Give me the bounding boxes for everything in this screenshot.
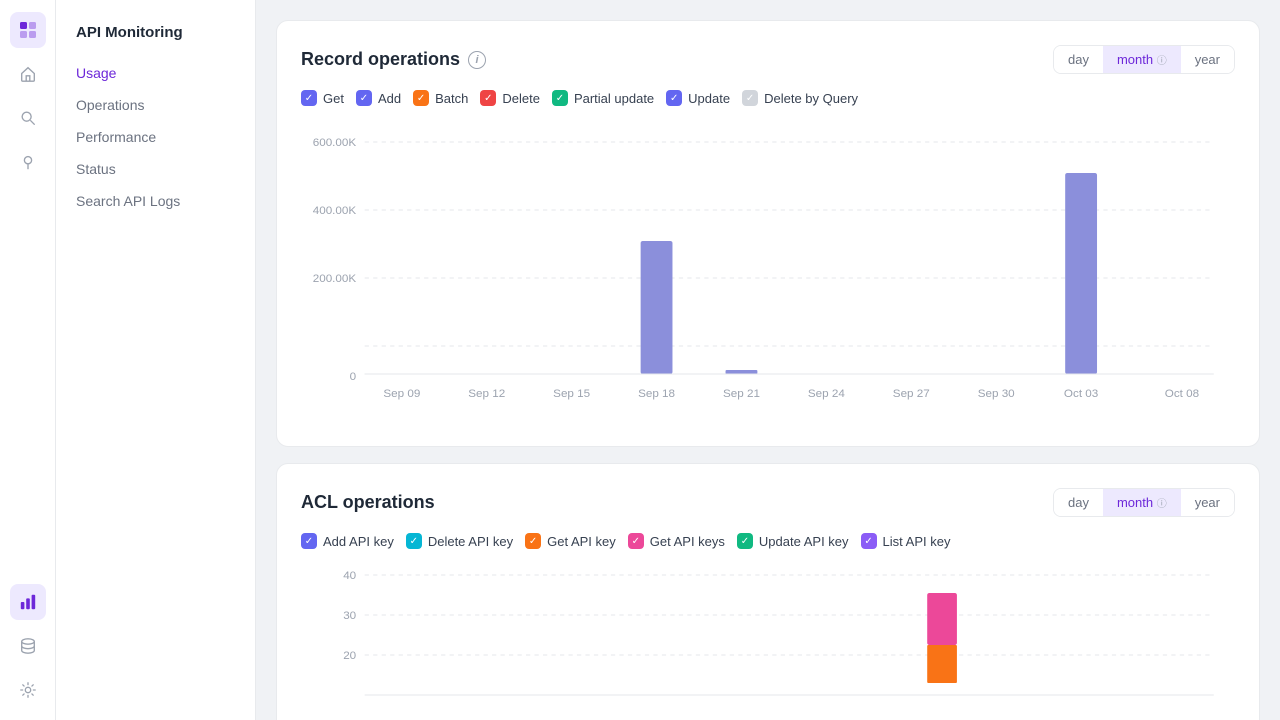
svg-text:Sep 21: Sep 21: [723, 388, 760, 400]
record-operations-card: Record operations i day month ⓘ year ✓ G…: [276, 20, 1260, 447]
bar-sep21: [726, 370, 758, 374]
svg-text:Sep 24: Sep 24: [808, 388, 845, 400]
pin-icon[interactable]: [10, 144, 46, 180]
legend-item-list-api-key[interactable]: ✓ List API key: [861, 533, 951, 549]
bar-sep18: [641, 241, 673, 374]
legend-item-get-api-key[interactable]: ✓ Get API key: [525, 533, 616, 549]
svg-text:30: 30: [343, 610, 356, 622]
sidebar-item-usage[interactable]: Usage: [56, 57, 255, 89]
record-ops-year-btn[interactable]: year: [1181, 46, 1234, 73]
record-ops-day-btn[interactable]: day: [1054, 46, 1103, 73]
legend-item-add[interactable]: ✓ Add: [356, 90, 401, 106]
acl-ops-month-btn[interactable]: month ⓘ: [1103, 489, 1181, 516]
acl-bar-orange: [927, 645, 957, 683]
acl-bar-pink: [927, 593, 957, 645]
legend-item-delete[interactable]: ✓ Delete: [480, 90, 540, 106]
record-operations-info-icon[interactable]: i: [468, 51, 486, 69]
acl-operations-chart: 40 30 20: [301, 565, 1235, 720]
legend-checkbox-delete: ✓: [480, 90, 496, 106]
record-operations-svg: 600.00K 400.00K 200.00K 0 Sep 09 Sep 12 …: [301, 122, 1235, 422]
acl-operations-legend: ✓ Add API key ✓ Delete API key ✓ Get API…: [301, 533, 1235, 549]
logo-icon[interactable]: [10, 12, 46, 48]
acl-operations-card: ACL operations day month ⓘ year ✓ Add AP…: [276, 463, 1260, 720]
legend-item-delete-api-key[interactable]: ✓ Delete API key: [406, 533, 513, 549]
legend-item-delete-by-query[interactable]: ✓ Delete by Query: [742, 90, 858, 106]
search-icon[interactable]: [10, 100, 46, 136]
record-operations-chart: 600.00K 400.00K 200.00K 0 Sep 09 Sep 12 …: [301, 122, 1235, 422]
legend-checkbox-partial-update: ✓: [552, 90, 568, 106]
record-operations-time-selector: day month ⓘ year: [1053, 45, 1235, 74]
legend-checkbox-get-api-keys: ✓: [628, 533, 644, 549]
svg-text:Sep 30: Sep 30: [978, 388, 1015, 400]
legend-item-update[interactable]: ✓ Update: [666, 90, 730, 106]
svg-text:20: 20: [343, 650, 356, 662]
database-icon[interactable]: [10, 628, 46, 664]
sidebar-item-search-api-logs[interactable]: Search API Logs: [56, 185, 255, 217]
svg-text:Sep 15: Sep 15: [553, 388, 590, 400]
icon-rail: [0, 0, 56, 720]
settings-gear-icon[interactable]: [10, 672, 46, 708]
svg-text:0: 0: [350, 371, 356, 383]
record-operations-title: Record operations i: [301, 49, 486, 70]
legend-checkbox-delete-by-query: ✓: [742, 90, 758, 106]
sidebar-title: API Monitoring: [56, 16, 255, 57]
acl-ops-day-btn[interactable]: day: [1054, 489, 1103, 516]
legend-checkbox-add-api-key: ✓: [301, 533, 317, 549]
acl-operations-title: ACL operations: [301, 492, 435, 513]
svg-text:Sep 09: Sep 09: [383, 388, 420, 400]
svg-text:Sep 27: Sep 27: [893, 388, 930, 400]
legend-item-add-api-key[interactable]: ✓ Add API key: [301, 533, 394, 549]
acl-operations-header: ACL operations day month ⓘ year: [301, 488, 1235, 517]
legend-item-partial-update[interactable]: ✓ Partial update: [552, 90, 654, 106]
sidebar-item-performance[interactable]: Performance: [56, 121, 255, 153]
bar-oct03: [1065, 173, 1097, 374]
legend-checkbox-delete-api-key: ✓: [406, 533, 422, 549]
acl-operations-time-selector: day month ⓘ year: [1053, 488, 1235, 517]
svg-text:400.00K: 400.00K: [313, 205, 357, 217]
legend-checkbox-update-api-key: ✓: [737, 533, 753, 549]
legend-item-get-api-keys[interactable]: ✓ Get API keys: [628, 533, 725, 549]
legend-item-update-api-key[interactable]: ✓ Update API key: [737, 533, 849, 549]
svg-text:Sep 12: Sep 12: [468, 388, 505, 400]
sidebar: API Monitoring Usage Operations Performa…: [56, 0, 256, 720]
sidebar-nav: Usage Operations Performance Status Sear…: [56, 57, 255, 217]
svg-text:Sep 18: Sep 18: [638, 388, 675, 400]
home-icon[interactable]: [10, 56, 46, 92]
main-content: Record operations i day month ⓘ year ✓ G…: [256, 0, 1280, 720]
acl-ops-year-btn[interactable]: year: [1181, 489, 1234, 516]
legend-checkbox-batch: ✓: [413, 90, 429, 106]
legend-checkbox-get-api-key: ✓: [525, 533, 541, 549]
acl-operations-svg: 40 30 20: [301, 565, 1235, 720]
legend-checkbox-get: ✓: [301, 90, 317, 106]
sidebar-item-status[interactable]: Status: [56, 153, 255, 185]
sidebar-item-operations[interactable]: Operations: [56, 89, 255, 121]
legend-checkbox-update: ✓: [666, 90, 682, 106]
legend-checkbox-add: ✓: [356, 90, 372, 106]
legend-item-batch[interactable]: ✓ Batch: [413, 90, 468, 106]
svg-text:Oct 03: Oct 03: [1064, 388, 1098, 400]
record-operations-header: Record operations i day month ⓘ year: [301, 45, 1235, 74]
record-operations-legend: ✓ Get ✓ Add ✓ Batch ✓ Delete ✓ Partial u…: [301, 90, 1235, 106]
legend-item-get[interactable]: ✓ Get: [301, 90, 344, 106]
chart-bar-icon[interactable]: [10, 584, 46, 620]
svg-text:40: 40: [343, 570, 356, 582]
record-ops-month-btn[interactable]: month ⓘ: [1103, 46, 1181, 73]
svg-text:Oct 08: Oct 08: [1165, 388, 1199, 400]
svg-text:600.00K: 600.00K: [313, 137, 357, 149]
svg-text:200.00K: 200.00K: [313, 273, 357, 285]
legend-checkbox-list-api-key: ✓: [861, 533, 877, 549]
